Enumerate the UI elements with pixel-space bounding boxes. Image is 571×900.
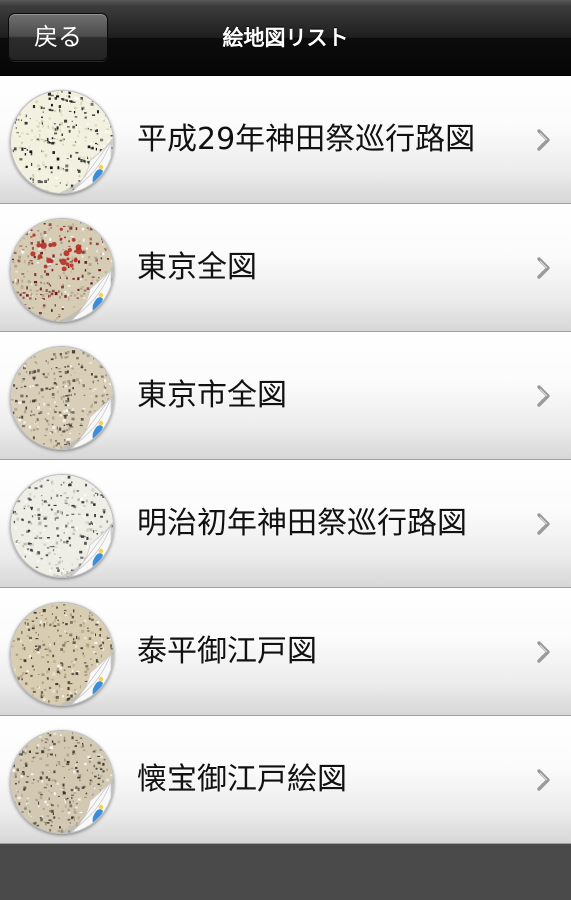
bottom-area <box>0 844 571 900</box>
map-thumbnail-icon <box>10 346 114 450</box>
navigation-bar: 戻る 絵地図リスト <box>0 0 571 76</box>
chevron-right-icon <box>535 256 553 280</box>
list-item[interactable]: 泰平御江戸図 <box>0 588 571 716</box>
back-button[interactable]: 戻る <box>8 13 108 61</box>
list-item-label: 東京市全図 <box>137 378 287 413</box>
list-item[interactable]: 平成29年神田祭巡行路図 <box>0 76 571 204</box>
chevron-right-icon <box>535 640 553 664</box>
map-thumbnail-icon <box>10 90 114 194</box>
chevron-right-icon <box>535 384 553 408</box>
chevron-right-icon <box>535 128 553 152</box>
list-item-label: 平成29年神田祭巡行路図 <box>137 122 476 157</box>
map-thumbnail-icon <box>10 474 114 578</box>
chevron-right-icon <box>535 768 553 792</box>
list-item-label: 懐宝御江戸絵図 <box>137 762 347 797</box>
page-title: 絵地図リスト <box>222 26 349 50</box>
map-thumbnail-icon <box>10 602 114 706</box>
list-item-label: 東京全図 <box>137 250 257 285</box>
map-thumbnail-icon <box>10 730 114 834</box>
list-item-label: 泰平御江戸図 <box>137 634 317 669</box>
list-item-label: 明治初年神田祭巡行路図 <box>137 506 467 541</box>
chevron-right-icon <box>535 512 553 536</box>
map-list: 平成29年神田祭巡行路図 東京全図 東京市全図 明治初年神田祭巡行路図 泰平御江… <box>0 76 571 844</box>
list-item[interactable]: 明治初年神田祭巡行路図 <box>0 460 571 588</box>
map-thumbnail-icon <box>10 218 114 322</box>
list-item[interactable]: 東京市全図 <box>0 332 571 460</box>
list-item[interactable]: 懐宝御江戸絵図 <box>0 716 571 844</box>
list-item[interactable]: 東京全図 <box>0 204 571 332</box>
